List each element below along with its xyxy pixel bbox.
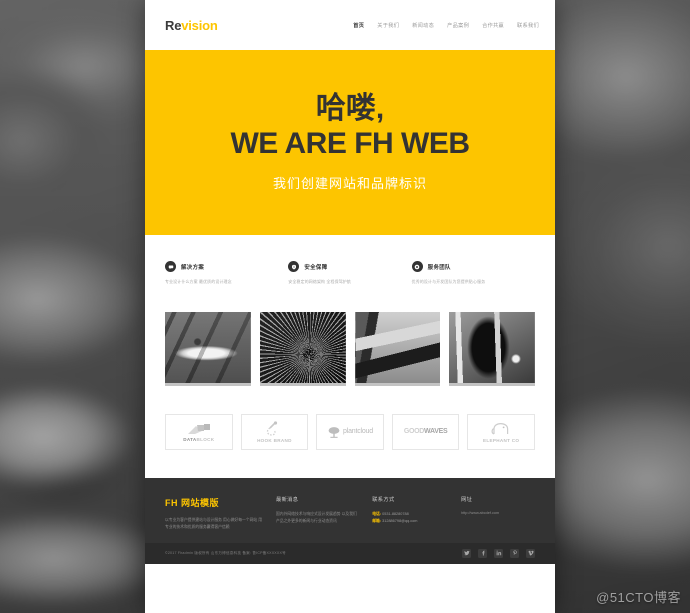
watermark: @51CTO博客 [596,590,681,605]
gallery-image-ship[interactable] [165,311,251,386]
feature-description: 安全稳定的网络架构 全程保驾护航 [288,279,351,284]
nav-item-contact[interactable]: 联系我们 [517,22,539,29]
features-section: 解决方案 专业设计什么方案 最优质的设计理念 安全保障 安全稳定的网络架构 全程… [145,235,555,290]
footer-column-title: 网址 [460,496,473,503]
blocks-icon [186,422,212,436]
tree-icon [327,425,341,439]
gallery-image-guitar[interactable] [449,311,535,386]
client-logo-goodwaves[interactable]: GOODWAVES [391,413,460,450]
footer-news-description: 国内外网络技术与响应式设计发展趋势 以及我们产品之外更多的新闻与行业动态资讯 [276,511,357,523]
footer-website-link[interactable]: http://www.abcdef.com [461,511,535,515]
nav-item-partners[interactable]: 合作共赢 [482,22,504,29]
nav-item-news[interactable]: 新闻动态 [412,22,434,29]
footer-website-column: 网址 http://www.abcdef.com [461,496,535,531]
logo-text-re: Re [165,17,182,33]
footer-contact-column: 联系方式 电话: 0531-88280788 邮箱: 312886798@qq.… [372,496,461,531]
client-name: GOODWAVES [403,428,448,436]
footer-news-column: 最新消息 国内外网络技术与响应式设计发展趋势 以及我们产品之外更多的新闻与行业动… [276,496,372,531]
logo-text-vision: vision [181,17,218,33]
feature-heading: 服务团队 [411,261,521,272]
phone-label: 电话: [372,511,382,516]
feature-description: 专业设计什么方案 最优质的设计理念 [165,279,232,284]
main-navigation: 首页 关于我们 新闻动态 产品案例 合作共赢 联系我们 [353,22,539,29]
hero-subtitle: 我们创建网站和品牌标识 [272,175,427,191]
footer-brand-title: FH 网站模版 [165,497,219,508]
nav-item-products[interactable]: 产品案例 [447,22,469,29]
feature-heading: 解决方案 [165,261,274,272]
copyright-text: ©2017 Fhadmin 版权所有 山东万博信息科技 备案: 鲁ICP备XXX… [165,550,286,555]
vimeo-icon[interactable] [526,548,535,558]
feature-title: 安全保障 [304,264,328,271]
client-logos: DATABLOCK HOOK BRAND plantcloud GOODWAVE… [145,386,555,450]
client-name: ELEPHANT CO [483,437,520,443]
feature-title: 解决方案 [181,264,205,271]
chat-bubble-icon [165,261,176,272]
site-footer: FH 网站模版 以专业为客户提供建站与设计服务 用心做好每一个网站 用专业的技术… [145,477,555,543]
footer-brand-description: 以专业为客户提供建站与设计服务 用心做好每一个网站 用专业的技术和优质的服务赢得… [165,517,263,529]
hero-headline: WE ARE FH WEB [230,126,470,160]
gallery-item[interactable] [354,311,441,386]
feature-title: 服务团队 [427,264,451,271]
client-name: DATABLOCK [183,436,215,442]
client-name: plantcloud [343,428,373,436]
website-page: Revision 首页 关于我们 新闻动态 产品案例 合作共赢 联系我们 哈喽,… [145,0,555,613]
nav-item-home[interactable]: 首页 [353,22,364,29]
footer-bottom-bar: ©2017 Fhadmin 版权所有 山东万博信息科技 备案: 鲁ICP备XXX… [145,542,555,564]
client-logo-elephant[interactable]: ELEPHANT CO [467,413,535,450]
footer-column-title: 最新消息 [276,496,299,503]
nav-item-about[interactable]: 关于我们 [377,22,399,29]
feature-card-solutions: 解决方案 专业设计什么方案 最优质的设计理念 [165,261,288,286]
gallery-item[interactable] [449,311,535,386]
pinterest-icon[interactable] [510,548,519,558]
client-name: HOOK BRAND [257,437,292,443]
gallery-image-fiber[interactable] [259,311,346,386]
portfolio-gallery [145,290,555,386]
feature-card-security: 安全保障 安全稳定的网络架构 全程保驾护航 [288,261,411,286]
client-logo-plantcloud[interactable]: plantcloud [316,413,384,450]
linkedin-icon[interactable] [494,548,503,558]
gallery-image-sign[interactable] [354,311,441,386]
hero-banner: 哈喽, WE ARE FH WEB 我们创建网站和品牌标识 [145,50,555,235]
gallery-item[interactable] [259,311,346,386]
hero-greeting: 哈喽, [315,92,385,126]
twitter-icon[interactable] [462,548,471,558]
elephant-icon [489,421,513,437]
site-header: Revision 首页 关于我们 新闻动态 产品案例 合作共赢 联系我们 [145,0,555,50]
phone-value: 0531-88280788 [382,511,409,516]
feature-card-team: 服务团队 优秀的设计与开发团队为您提供贴心服务 [411,261,535,286]
site-logo[interactable]: Revision [165,18,218,33]
feature-description: 优秀的设计与开发团队为您提供贴心服务 [411,279,486,284]
shield-icon [288,261,300,272]
client-logo-datablock[interactable]: DATABLOCK [165,413,233,450]
gallery-item[interactable] [165,311,251,386]
client-logo-hook[interactable]: HOOK BRAND [240,413,309,450]
play-circle-icon [411,261,423,272]
social-links [462,548,535,558]
footer-phone-row: 电话: 0531-88280788 [372,511,449,518]
email-value: 312886798@qq.com [382,518,418,523]
email-label: 邮箱: [372,518,382,523]
footer-brand-column: FH 网站模版 以专业为客户提供建站与设计服务 用心做好每一个网站 用专业的技术… [165,496,276,531]
footer-email-row: 邮箱: 312886798@qq.com [372,518,449,525]
footer-column-title: 联系方式 [372,496,395,503]
feature-heading: 安全保障 [288,261,397,272]
hook-icon [263,421,285,437]
facebook-icon[interactable] [478,548,487,558]
